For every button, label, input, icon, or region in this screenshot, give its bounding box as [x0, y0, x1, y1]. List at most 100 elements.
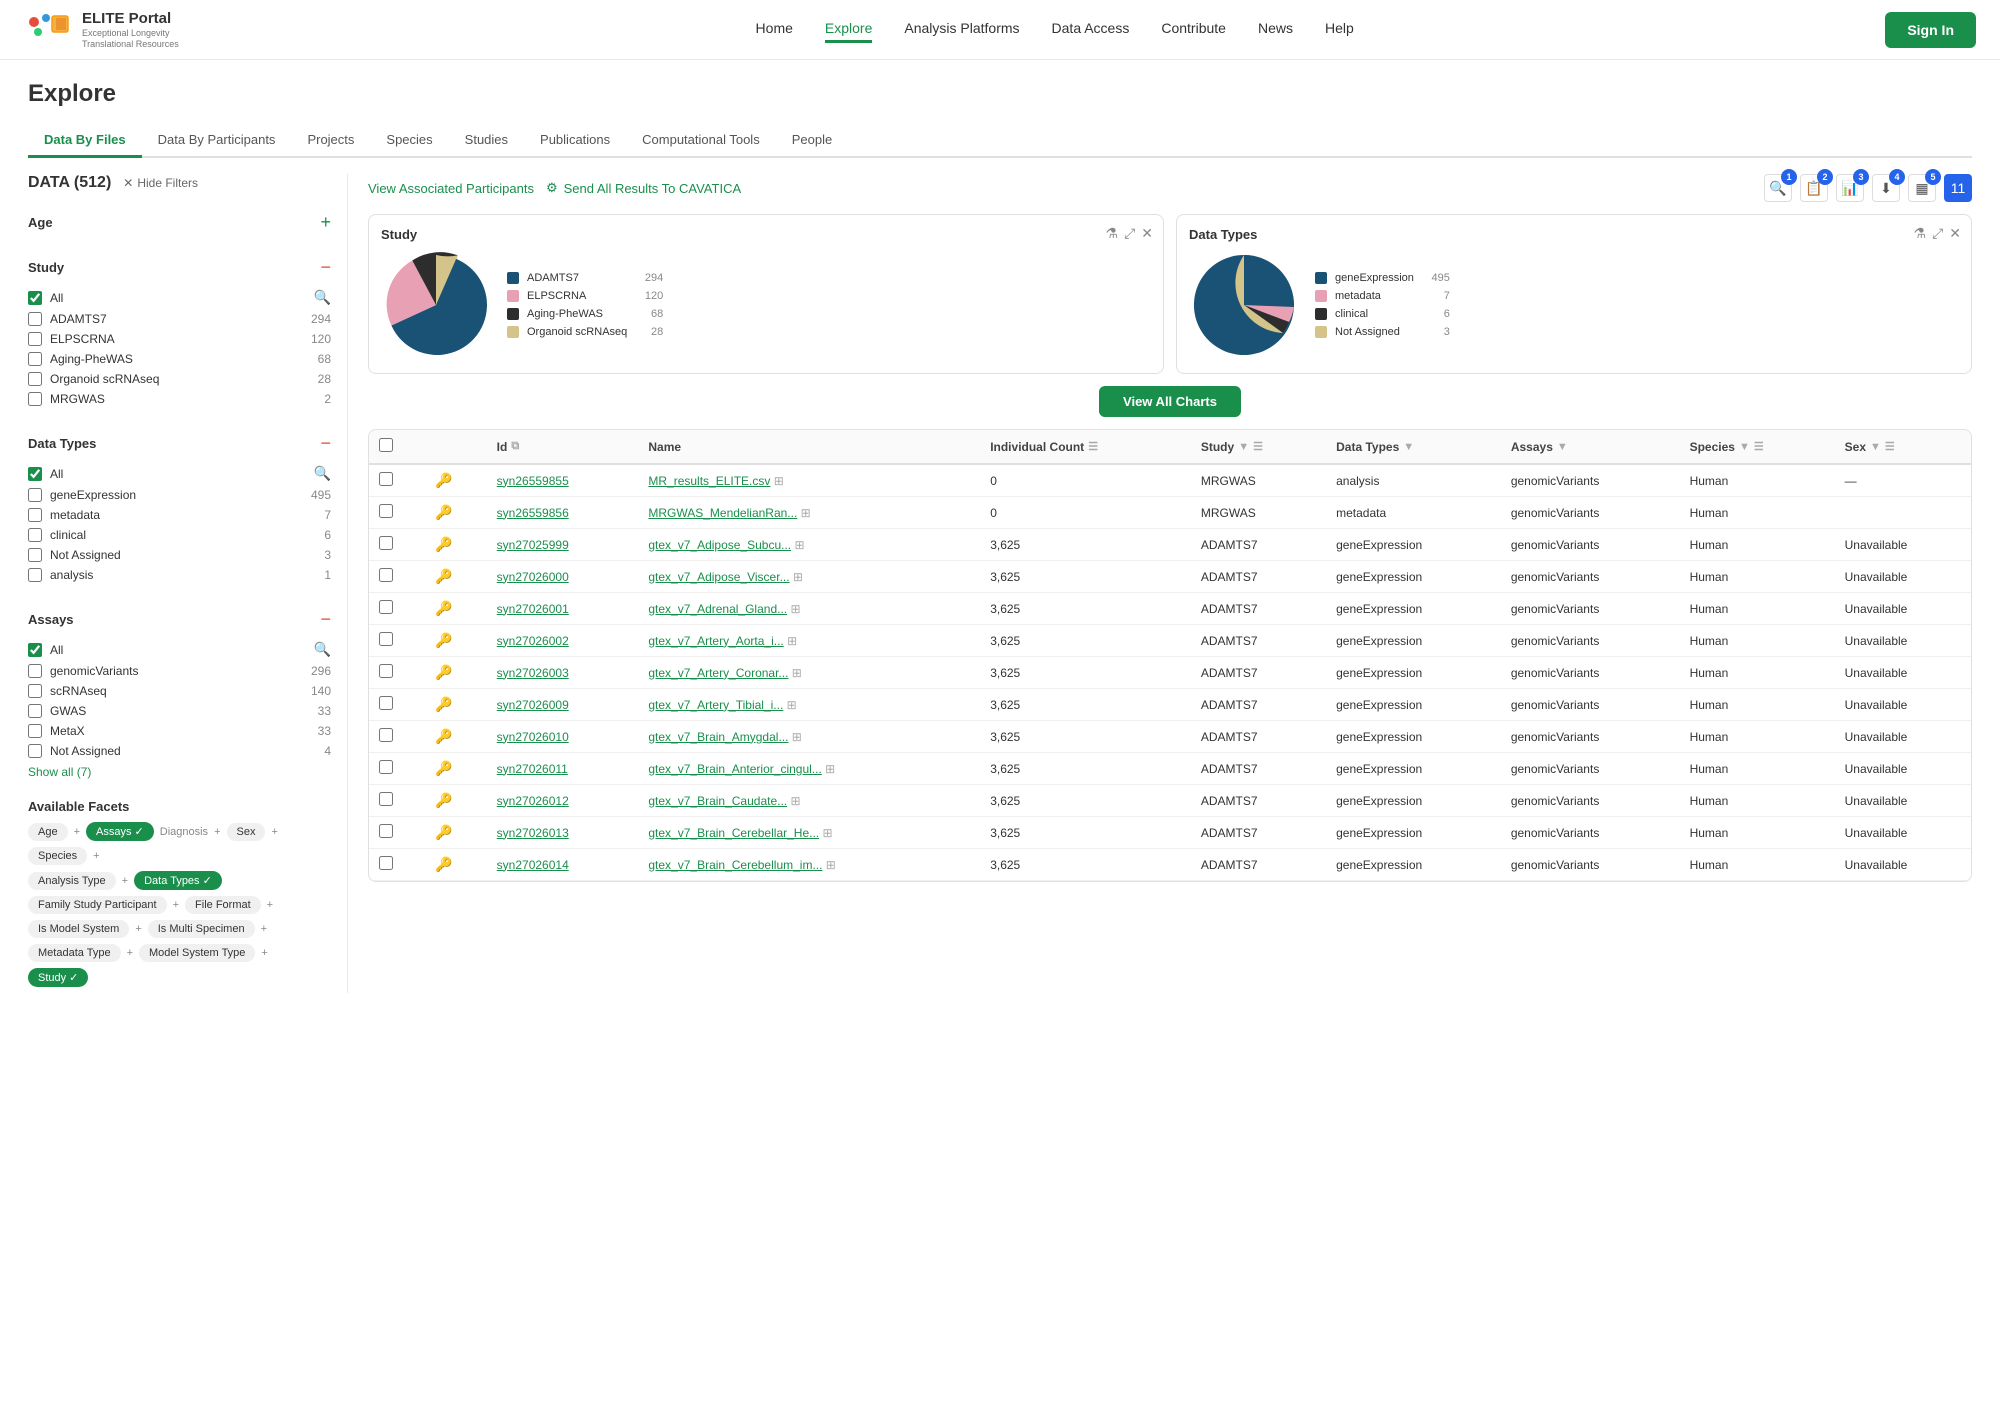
- row-checkbox-7[interactable]: [379, 696, 393, 710]
- copy-col-icon[interactable]: ⧉: [511, 440, 519, 453]
- tab-projects[interactable]: Projects: [291, 124, 370, 158]
- sex-filter-icon[interactable]: ▼: [1870, 441, 1881, 453]
- filter-checkbox-metax[interactable]: [28, 724, 42, 738]
- facet-metadata-type[interactable]: Metadata Type: [28, 944, 121, 962]
- row-name-link-2[interactable]: gtex_v7_Adipose_Subcu...: [648, 538, 791, 552]
- tab-data-by-participants[interactable]: Data By Participants: [142, 124, 292, 158]
- filter-checkbox-scrnaseq[interactable]: [28, 684, 42, 698]
- cavatica-link[interactable]: ⚙ Send All Results To CAVATICA: [546, 180, 741, 196]
- row-id-link-2[interactable]: syn27025999: [497, 538, 569, 552]
- expand-icon-8[interactable]: ⊞: [792, 730, 802, 744]
- study-chart-close[interactable]: ✕: [1141, 225, 1153, 242]
- row-id-link-8[interactable]: syn27026010: [497, 730, 569, 744]
- filter-header-assays[interactable]: Assays −: [28, 601, 331, 638]
- expand-icon-2[interactable]: ⊞: [794, 538, 804, 552]
- filter-checkbox-metadata[interactable]: [28, 508, 42, 522]
- facet-sex[interactable]: Sex: [227, 823, 266, 841]
- expand-icon-1[interactable]: ⊞: [801, 506, 811, 520]
- row-checkbox-10[interactable]: [379, 792, 393, 806]
- row-id-link-4[interactable]: syn27026001: [497, 602, 569, 616]
- facet-data-types[interactable]: Data Types ✓: [134, 871, 222, 890]
- datatypes-chart-filter[interactable]: ⚗: [1914, 225, 1927, 242]
- row-name-link-10[interactable]: gtex_v7_Brain_Caudate...: [648, 794, 787, 808]
- filter-checkbox-adamts7[interactable]: [28, 312, 42, 326]
- filter-checkbox-geneexpression[interactable]: [28, 488, 42, 502]
- expand-icon-4[interactable]: ⊞: [790, 602, 800, 616]
- facet-file-format[interactable]: File Format: [185, 896, 261, 914]
- facet-analysis-type[interactable]: Analysis Type: [28, 872, 116, 890]
- facet-age[interactable]: Age: [28, 823, 68, 841]
- study-chart-expand[interactable]: ⤢: [1124, 225, 1135, 242]
- row-checkbox-9[interactable]: [379, 760, 393, 774]
- tab-studies[interactable]: Studies: [449, 124, 524, 158]
- row-id-link-10[interactable]: syn27026012: [497, 794, 569, 808]
- facet-is-model-system[interactable]: Is Model System: [28, 920, 129, 938]
- species-sort-icon[interactable]: ☰: [1754, 440, 1764, 453]
- facet-assays[interactable]: Assays ✓: [86, 822, 154, 841]
- filter-checkbox-analysis[interactable]: [28, 568, 42, 582]
- row-checkbox-8[interactable]: [379, 728, 393, 742]
- row-id-link-11[interactable]: syn27026013: [497, 826, 569, 840]
- search-icon-study[interactable]: 🔍: [314, 289, 331, 306]
- tab-people[interactable]: People: [776, 124, 848, 158]
- individual-count-filter-icon[interactable]: ☰: [1088, 440, 1098, 453]
- row-name-link-4[interactable]: gtex_v7_Adrenal_Gland...: [648, 602, 787, 616]
- filter-checkbox-not-assigned-assay[interactable]: [28, 744, 42, 758]
- facet-model-system-type[interactable]: Model System Type: [139, 944, 255, 962]
- view-all-charts-button[interactable]: View All Charts: [1099, 386, 1241, 417]
- filter-header-study[interactable]: Study −: [28, 249, 331, 286]
- row-checkbox-0[interactable]: [379, 472, 393, 486]
- row-id-link-12[interactable]: syn27026014: [497, 858, 569, 872]
- expand-icon-0[interactable]: ⊞: [774, 474, 784, 488]
- row-name-link-7[interactable]: gtex_v7_Artery_Tibial_i...: [648, 698, 783, 712]
- filter-checkbox-mrgwas[interactable]: [28, 392, 42, 406]
- study-filter-icon[interactable]: ▼: [1238, 441, 1249, 453]
- row-id-link-1[interactable]: syn26559856: [497, 506, 569, 520]
- nav-news[interactable]: News: [1258, 16, 1293, 43]
- sex-sort-icon[interactable]: ☰: [1885, 440, 1895, 453]
- tab-publications[interactable]: Publications: [524, 124, 626, 158]
- tab-data-by-files[interactable]: Data By Files: [28, 124, 142, 158]
- row-id-link-7[interactable]: syn27026009: [497, 698, 569, 712]
- filter-header-datatypes[interactable]: Data Types −: [28, 425, 331, 462]
- facet-family-study[interactable]: Family Study Participant: [28, 896, 167, 914]
- filter-checkbox-assays-all[interactable]: [28, 643, 42, 657]
- row-id-link-5[interactable]: syn27026002: [497, 634, 569, 648]
- tab-computational-tools[interactable]: Computational Tools: [626, 124, 776, 158]
- download-icon-btn[interactable]: ⬇ 4: [1872, 174, 1900, 202]
- datatypes-chart-close[interactable]: ✕: [1949, 225, 1961, 242]
- tab-species[interactable]: Species: [370, 124, 448, 158]
- assays-filter-icon[interactable]: ▼: [1557, 441, 1568, 453]
- datatypes-chart-expand[interactable]: ⤢: [1932, 225, 1943, 242]
- data-types-filter-icon[interactable]: ▼: [1403, 441, 1414, 453]
- search-icon-datatypes[interactable]: 🔍: [314, 465, 331, 482]
- nav-analysis-platforms[interactable]: Analysis Platforms: [904, 16, 1019, 43]
- expand-icon-3[interactable]: ⊞: [793, 570, 803, 584]
- columns-icon-btn[interactable]: ▦ 5: [1908, 174, 1936, 202]
- copy-icon-btn[interactable]: 📋 2: [1800, 174, 1828, 202]
- expand-icon-11[interactable]: ⊞: [822, 826, 832, 840]
- chart-icon-btn[interactable]: 📊 3: [1836, 174, 1864, 202]
- row-name-link-3[interactable]: gtex_v7_Adipose_Viscer...: [648, 570, 789, 584]
- facet-is-multi-specimen[interactable]: Is Multi Specimen: [148, 920, 255, 938]
- species-filter-icon[interactable]: ▼: [1739, 441, 1750, 453]
- row-name-link-8[interactable]: gtex_v7_Brain_Amygdal...: [648, 730, 788, 744]
- filter-checkbox-not-assigned-dt[interactable]: [28, 548, 42, 562]
- filter-checkbox-study-all[interactable]: [28, 291, 42, 305]
- nav-contribute[interactable]: Contribute: [1161, 16, 1226, 43]
- row-checkbox-1[interactable]: [379, 504, 393, 518]
- filter-checkbox-datatypes-all[interactable]: [28, 467, 42, 481]
- filter-collapse-assays[interactable]: −: [320, 609, 331, 630]
- row-name-link-12[interactable]: gtex_v7_Brain_Cerebellum_im...: [648, 858, 822, 872]
- row-checkbox-11[interactable]: [379, 824, 393, 838]
- filter-expand-age[interactable]: +: [320, 212, 331, 233]
- expand-icon-10[interactable]: ⊞: [790, 794, 800, 808]
- study-chart-filter[interactable]: ⚗: [1106, 225, 1119, 242]
- expand-icon-7[interactable]: ⊞: [787, 698, 797, 712]
- expand-icon-12[interactable]: ⊞: [826, 858, 836, 872]
- filter-header-age[interactable]: Age +: [28, 204, 331, 241]
- filter-collapse-datatypes[interactable]: −: [320, 433, 331, 454]
- filter-collapse-study[interactable]: −: [320, 257, 331, 278]
- filter-checkbox-genomicvariants[interactable]: [28, 664, 42, 678]
- search-icon-btn[interactable]: 🔍 1: [1764, 174, 1792, 202]
